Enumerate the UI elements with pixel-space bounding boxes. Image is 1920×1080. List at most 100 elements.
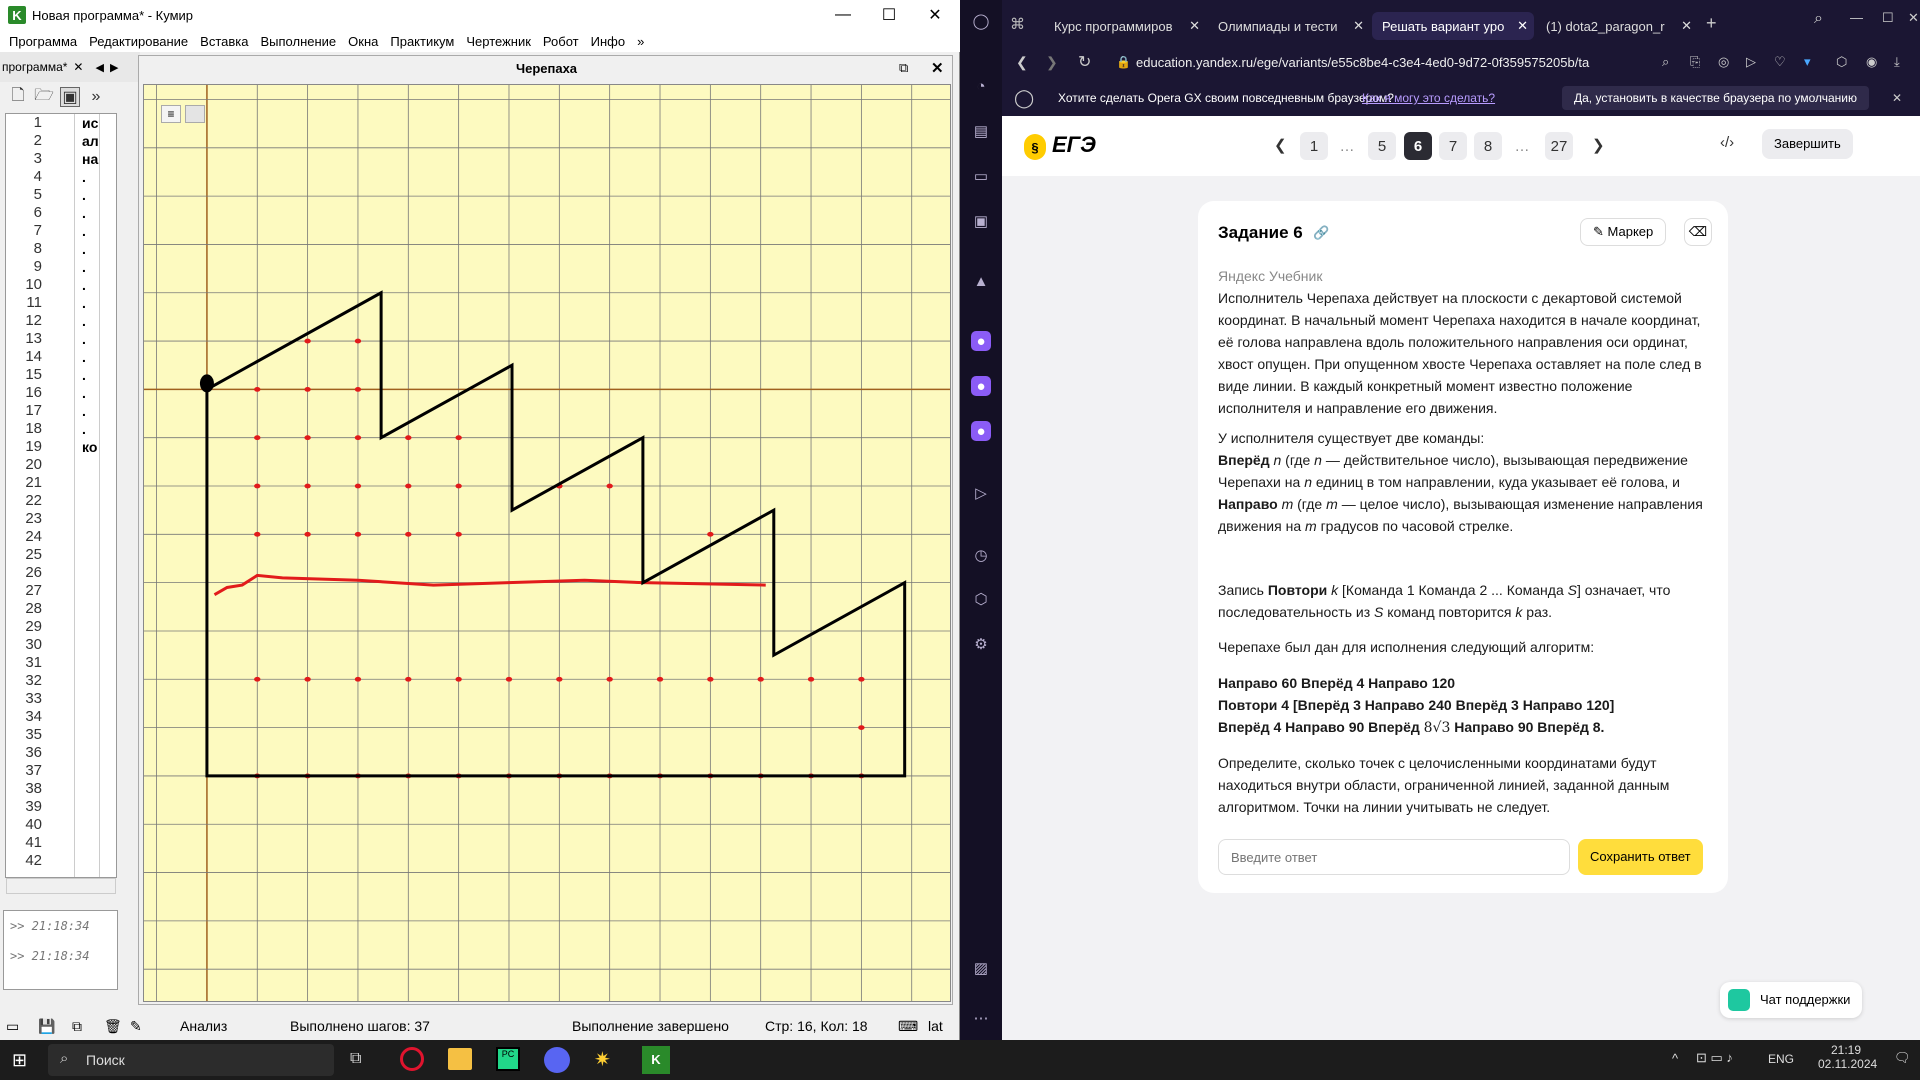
more-icon[interactable]: » [86,87,106,107]
page-link[interactable]: 8 [1474,132,1502,160]
next-page-icon[interactable]: ❯ [1592,136,1605,154]
code-line[interactable]: . [82,402,99,420]
code-line[interactable]: . [82,312,99,330]
save-console-icon[interactable]: 💾 [38,1018,55,1035]
new-tab-icon[interactable]: + [1706,13,1717,34]
close-icon[interactable]: ✕ [1908,10,1919,26]
heart-icon[interactable]: ♡ [1774,54,1786,70]
editor-hscrollbar[interactable] [6,878,116,894]
minimize-icon[interactable]: — [820,0,866,30]
page-link[interactable]: 6 [1404,132,1432,160]
tray-icons[interactable]: ⊡ ▭ ♪ [1696,1050,1733,1066]
menu-item[interactable]: Выполнение [260,34,336,49]
page-link[interactable]: 1 [1300,132,1328,160]
page-link[interactable]: 5 [1368,132,1396,160]
code-line[interactable]: . [82,240,99,258]
twitch-icon[interactable]: ▭ [971,166,991,186]
maximize-icon[interactable]: ☐ [866,0,912,30]
close-icon[interactable]: ✕ [912,0,958,30]
clock[interactable]: 21:19 02.11.2024 [1818,1043,1877,1071]
menu-item[interactable]: Окна [348,34,378,49]
code-line[interactable]: . [82,258,99,276]
banner-close-icon[interactable]: ✕ [1892,91,1902,105]
tab-close-icon[interactable]: ✕ [1353,18,1364,34]
box-icon[interactable]: ⬡ [971,589,991,609]
panel-float-icon[interactable]: ⧉ [899,60,908,76]
ege-logo[interactable]: ЕГЭ [1052,132,1096,158]
opera-taskbar-icon[interactable] [400,1047,424,1071]
discord-taskbar-icon[interactable] [544,1047,570,1073]
pycharm-icon[interactable]: PC [496,1047,520,1071]
menu-icon[interactable]: ≡ [161,105,181,123]
eraser-icon[interactable]: ⌫ [1684,218,1712,246]
menu-item[interactable]: Практикум [390,34,454,49]
menu-item[interactable]: Робот [543,34,579,49]
menu-item[interactable]: Программа [9,34,77,49]
open-folder-icon[interactable]: 🗁 [34,87,54,107]
code-icon[interactable]: ‹/› [1720,134,1734,151]
kumir-tab[interactable]: программа* ✕ ◀ ▶ [0,52,140,82]
task-view-icon[interactable]: ⧉ [350,1050,361,1068]
snapshot-icon[interactable]: ◎ [1718,54,1729,70]
windows-start-icon[interactable]: ⊞ [12,1050,27,1071]
prev-page-icon[interactable]: ❮ [1274,136,1287,154]
gamepad-icon[interactable]: ⌘ [1010,15,1025,33]
address-text[interactable]: education.yandex.ru/ege/variants/e55c8be… [1136,55,1589,70]
cart-icon[interactable]: ▾ [1804,54,1811,70]
banner-link[interactable]: Как я могу это сделать? [1362,91,1495,105]
zoom-icon[interactable] [185,105,205,123]
code-editor[interactable]: 1 2 3 4 5 6 7 8 9 10 11 12 13 14 15 16 17 18 19 20 21 22 23 24 2… [5,113,117,878]
player-icon[interactable]: ▷ [971,483,991,503]
send-icon[interactable]: ▷ [1746,54,1756,70]
answer-input[interactable] [1218,839,1570,875]
code-line[interactable]: . [82,330,99,348]
share-icon[interactable]: ⎘ [1690,54,1700,70]
new-file-icon[interactable]: 🗋 [8,87,28,107]
pencil-icon[interactable]: ✎ [130,1018,142,1035]
code-line[interactable]: . [82,294,99,312]
code-line[interactable]: ал [82,132,99,150]
lang-indicator[interactable]: ENG [1768,1052,1794,1066]
code-line[interactable]: ис [82,114,99,132]
page-link[interactable]: … [1333,132,1361,160]
yandex-logo-icon[interactable]: § [1024,134,1046,160]
menu-item[interactable]: » [637,34,644,49]
search-icon[interactable]: ⌕ [1662,54,1669,70]
tab-right-arrow-icon[interactable]: ▶ [110,61,118,74]
tab-course[interactable]: Курс программиров ✕ [1044,12,1206,40]
page-link[interactable]: 27 [1545,132,1573,160]
tab-left-arrow-icon[interactable]: ◀ [95,61,103,74]
settings-icon[interactable]: ⚙ [971,634,991,654]
camera-icon[interactable]: ▣ [971,211,991,231]
menu-item[interactable]: Чертежник [466,34,531,49]
profile-icon[interactable]: ◉ [1866,54,1877,70]
trash-icon[interactable]: 🗑 [104,1018,122,1035]
code-line[interactable]: . [82,420,99,438]
search-tabs-icon[interactable]: ⌕ [1814,10,1823,28]
page-link[interactable]: … [1508,132,1536,160]
aria-icon[interactable]: ▲ [971,271,991,291]
speed-icon[interactable]: ◔ [971,76,991,96]
opera-logo-icon[interactable]: ◯ [971,11,991,31]
code-line[interactable]: ко [82,438,99,456]
code-line[interactable]: . [82,222,99,240]
menu-item[interactable]: Вставка [200,34,248,49]
menu-item[interactable]: Инфо [591,34,625,49]
code-line[interactable]: на [82,150,99,168]
tab-close-icon[interactable]: ✕ [73,60,83,74]
reload-icon[interactable]: ↻ [1078,52,1091,72]
save-icon[interactable]: ▣ [60,87,80,107]
tab-close-icon[interactable]: ✕ [1681,18,1692,34]
code-line[interactable]: . [82,204,99,222]
page-link[interactable]: 7 [1439,132,1467,160]
maximize-icon[interactable]: ☐ [1882,10,1894,26]
tab-close-icon[interactable]: ✕ [1517,18,1528,34]
notifications-icon[interactable]: 🗨 [1894,1050,1911,1066]
tray-arrow-icon[interactable]: ^ [1672,1051,1678,1066]
panel-close-icon[interactable]: ✕ [931,59,944,77]
banner-set-default-button[interactable]: Да, установить в качестве браузера по ум… [1562,86,1869,110]
code-line[interactable]: . [82,348,99,366]
code-text[interactable]: ис ал на............... ко [74,114,100,877]
explorer-icon[interactable] [448,1048,472,1070]
telegram-icon[interactable]: ● [971,376,991,396]
